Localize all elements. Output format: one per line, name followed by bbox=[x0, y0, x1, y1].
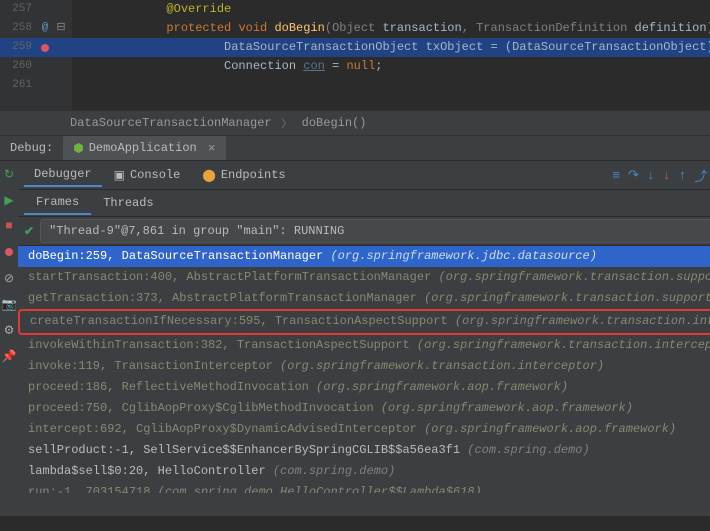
gutter: 257258@⊟259260261 bbox=[0, 0, 72, 110]
settings-icon[interactable]: ⚙ bbox=[0, 321, 18, 339]
stack-frame[interactable]: sellProduct:-1, SellService$$EnhancerByS… bbox=[18, 440, 710, 461]
rerun-icon[interactable]: ↻ bbox=[0, 165, 18, 183]
chevron-right-icon: 〉 bbox=[282, 115, 292, 131]
breakpoint-icon[interactable] bbox=[38, 41, 52, 55]
frames-list[interactable]: doBegin:259, DataSourceTransactionManage… bbox=[18, 246, 710, 493]
tab-frames[interactable]: Frames bbox=[24, 191, 91, 215]
stack-frame[interactable]: invokeWithinTransaction:382, Transaction… bbox=[18, 335, 710, 356]
step-into-icon[interactable]: ↓ bbox=[647, 168, 655, 183]
stack-frame[interactable]: proceed:186, ReflectiveMethodInvocation … bbox=[18, 377, 710, 398]
endpoints-icon: ⬤ bbox=[202, 168, 215, 183]
code-editor: 257258@⊟259260261 @Override protected vo… bbox=[0, 0, 710, 110]
breadcrumb[interactable]: DataSourceTransactionManager 〉 doBegin() bbox=[0, 110, 710, 136]
drop-frame-icon[interactable]: ⤴ bbox=[694, 166, 707, 185]
step-over-icon[interactable]: ↷ bbox=[628, 168, 639, 183]
frames-threads-tabs: Frames Threads bbox=[18, 190, 710, 217]
debug-main: Debugger ▣Console ⬤Endpoints ≡ ↷ ↓ ↓ ↑ ⤴… bbox=[18, 161, 710, 516]
step-out-icon[interactable]: ↑ bbox=[679, 168, 687, 183]
tab-threads[interactable]: Threads bbox=[91, 192, 165, 214]
code-area[interactable]: @Override protected void doBegin(Object … bbox=[72, 0, 710, 110]
stack-frame[interactable]: startTransaction:400, AbstractPlatformTr… bbox=[18, 267, 710, 288]
camera-icon[interactable]: 📷 bbox=[0, 295, 18, 313]
thread-selector-row: ✔ "Thread-9"@7,861 in group "main": RUNN… bbox=[18, 217, 710, 246]
view-breakpoints-icon[interactable] bbox=[0, 243, 18, 261]
stack-frame[interactable]: proceed:750, CglibAopProxy$CglibMethodIn… bbox=[18, 398, 710, 419]
debug-toolwindow-header: Debug: ⬢ DemoApplication × bbox=[0, 136, 710, 161]
debugger-tabs: Debugger ▣Console ⬤Endpoints ≡ ↷ ↓ ↓ ↑ ⤴… bbox=[18, 161, 710, 190]
tab-endpoints[interactable]: ⬤Endpoints bbox=[192, 164, 295, 187]
pin-icon[interactable]: 📌 bbox=[0, 347, 18, 365]
thread-dropdown[interactable]: "Thread-9"@7,861 in group "main": RUNNIN… bbox=[40, 219, 710, 243]
close-icon[interactable]: × bbox=[208, 141, 216, 156]
debug-body: ↻ ▶ ■ ⊘ 📷 ⚙ 📌 Debugger ▣Console ⬤Endpoin… bbox=[0, 161, 710, 516]
force-step-into-icon[interactable]: ↓ bbox=[663, 168, 671, 183]
mute-breakpoints-icon[interactable]: ⊘ bbox=[0, 269, 18, 287]
check-icon: ✔ bbox=[24, 224, 34, 239]
stack-frame[interactable]: intercept:692, CglibAopProxy$DynamicAdvi… bbox=[18, 419, 710, 440]
tab-console[interactable]: ▣Console bbox=[104, 164, 191, 187]
stack-frame[interactable]: createTransactionIfNecessary:595, Transa… bbox=[18, 309, 710, 335]
stack-frame[interactable]: lambda$sell$0:20, HelloController (com.s… bbox=[18, 461, 710, 482]
show-execution-point-icon[interactable]: ≡ bbox=[612, 168, 620, 183]
spring-icon: ⬢ bbox=[73, 141, 83, 156]
resume-icon[interactable]: ▶ bbox=[0, 191, 18, 209]
stop-icon[interactable]: ■ bbox=[0, 217, 18, 235]
tab-debugger[interactable]: Debugger bbox=[24, 163, 102, 187]
stepping-toolbar: ≡ ↷ ↓ ↓ ↑ ⤴ →| ⊞ ⋯ bbox=[612, 166, 710, 185]
stack-frame[interactable]: doBegin:259, DataSourceTransactionManage… bbox=[18, 246, 710, 267]
debug-session-tab[interactable]: ⬢ DemoApplication × bbox=[63, 136, 225, 160]
debug-session-label: DemoApplication bbox=[89, 141, 197, 155]
stack-frame[interactable]: run:-1, 703154718 (com.spring.demo.Hello… bbox=[18, 482, 710, 493]
console-icon: ▣ bbox=[114, 168, 125, 183]
debug-label: Debug: bbox=[0, 141, 63, 155]
collapse-icon[interactable]: ⊟ bbox=[54, 22, 68, 36]
stack-frame[interactable]: invoke:119, TransactionInterceptor (org.… bbox=[18, 356, 710, 377]
breadcrumb-method[interactable]: doBegin() bbox=[302, 116, 367, 130]
breadcrumb-class[interactable]: DataSourceTransactionManager bbox=[70, 116, 272, 130]
stack-frame[interactable]: getTransaction:373, AbstractPlatformTran… bbox=[18, 288, 710, 309]
override-icon[interactable]: @ bbox=[38, 22, 52, 36]
debug-left-toolbar: ↻ ▶ ■ ⊘ 📷 ⚙ 📌 bbox=[0, 161, 18, 516]
thread-label: "Thread-9"@7,861 in group "main": RUNNIN… bbox=[49, 224, 344, 238]
